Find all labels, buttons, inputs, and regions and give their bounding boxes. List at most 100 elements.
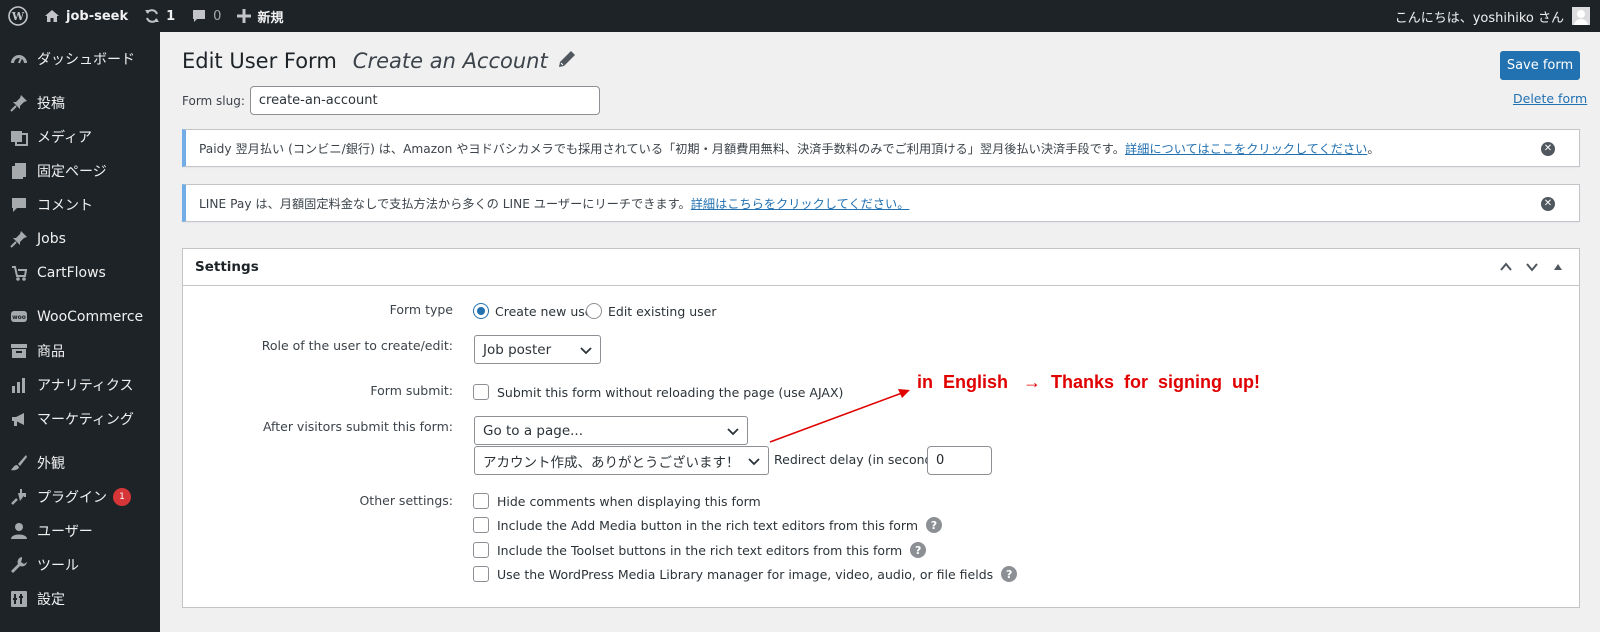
chevron-down-icon [727, 425, 739, 437]
main-content: Edit User Form Create an Account Form sl… [160, 32, 1600, 632]
sidebar-item-woocommerce[interactable]: woo WooCommerce [0, 300, 160, 334]
other-option[interactable]: Include the Add Media button in the rich… [473, 517, 942, 533]
option-checkbox[interactable] [473, 517, 489, 533]
redirect-page-value: アカウント作成、ありがとうございます！ [483, 454, 740, 471]
plugin-update-badge: 1 [113, 488, 131, 506]
sidebar-item-media[interactable]: メディア [0, 120, 160, 154]
sidebar-item-users[interactable]: ユーザー [0, 514, 160, 548]
option-label: Include the Toolset buttons in the rich … [497, 542, 903, 558]
sidebar-item-dashboard[interactable]: ダッシュボード [0, 42, 160, 76]
option-checkbox[interactable] [473, 542, 489, 558]
plus-icon [237, 9, 252, 23]
notice-link[interactable]: 詳細についてはここをクリックしてください [1125, 139, 1367, 157]
ajax-option[interactable]: Submit this form without reloading the p… [473, 384, 843, 400]
help-icon[interactable]: ? [910, 542, 927, 558]
sidebar-item-label: CartFlows [37, 265, 106, 281]
option-label: Use the WordPress Media Library manager … [497, 566, 994, 582]
page-title: Edit User Form [182, 49, 337, 73]
sidebar-item-settings[interactable]: 設定 [0, 582, 160, 616]
home-icon [44, 8, 60, 24]
updates-link[interactable]: 1 [136, 0, 183, 32]
settings-icon [9, 589, 29, 609]
form-name: Create an Account [352, 49, 548, 73]
option-label: Include the Add Media button in the rich… [497, 517, 918, 533]
new-content-link[interactable]: 新規 [229, 0, 291, 32]
bar-chart-icon [9, 375, 29, 395]
radio-button-selected[interactable] [473, 303, 489, 319]
role-label: Role of the user to create/edit: [261, 338, 453, 353]
sidebar-item-jobs[interactable]: Jobs [0, 222, 160, 256]
slug-row: Form slug: [182, 86, 600, 115]
sidebar-item-label: メディア [37, 130, 93, 146]
sidebar-item-appearance[interactable]: 外観 [0, 446, 160, 480]
after-submit-value: Go to a page... [483, 422, 584, 439]
megaphone-icon [9, 409, 29, 429]
updates-count: 1 [166, 8, 176, 24]
redirect-delay-input[interactable]: 0 [927, 446, 992, 475]
pencil-icon[interactable] [558, 50, 576, 68]
radio-button[interactable] [586, 303, 602, 319]
after-submit-select[interactable]: Go to a page... [474, 416, 748, 445]
save-form-button[interactable]: Save form [1500, 51, 1580, 80]
ajax-checkbox[interactable] [473, 384, 489, 400]
sidebar-item-cartflows[interactable]: CartFlows [0, 256, 160, 290]
comments-link[interactable]: 0 [183, 0, 229, 32]
paidy-notice: Paidy 翌月払い (コンビニ/銀行) は、Amazon やヨドバシカメラでも… [182, 129, 1580, 167]
radio-create-new-user[interactable]: Create new user [473, 303, 598, 319]
sidebar-item-comments[interactable]: コメント [0, 188, 160, 222]
form-slug-input[interactable] [249, 86, 600, 115]
redirect-delay-value: 0 [936, 453, 945, 468]
account-menu[interactable]: こんにちは、yoshihiko さん [1395, 7, 1600, 26]
sidebar-item-marketing[interactable]: マーケティング [0, 402, 160, 436]
new-label: 新規 [257, 10, 284, 26]
option-checkbox[interactable] [473, 493, 489, 509]
settings-panel-header: Settings [183, 249, 1579, 286]
other-option[interactable]: Use the WordPress Media Library manager … [473, 566, 1018, 582]
move-down-icon[interactable] [1519, 254, 1545, 280]
role-select[interactable]: Job poster [474, 335, 601, 364]
radio-label: Edit existing user [608, 303, 717, 319]
title-row: Edit User Form Create an Account [182, 49, 576, 73]
sidebar-item-label: ツール [37, 558, 79, 574]
role-value: Job poster [483, 341, 552, 358]
dismiss-icon[interactable]: ✕ [1541, 197, 1555, 211]
pin-icon [9, 93, 29, 113]
site-name: job-seek [66, 8, 129, 24]
dismiss-icon[interactable]: ✕ [1541, 142, 1555, 156]
sidebar-item-label: WooCommerce [37, 309, 144, 325]
help-icon[interactable]: ? [926, 517, 942, 533]
delete-form-link[interactable]: Delete form [1513, 91, 1587, 106]
ajax-option-label: Submit this form without reloading the p… [497, 384, 844, 400]
site-name-link[interactable]: job-seek [36, 0, 136, 32]
option-checkbox[interactable] [473, 566, 489, 582]
dashboard-icon [9, 49, 29, 69]
avatar [1572, 7, 1590, 25]
sidebar-item-posts[interactable]: 投稿 [0, 86, 160, 120]
chevron-down-icon [748, 455, 760, 467]
comment-icon [191, 8, 207, 24]
slug-label: Form slug: [182, 93, 245, 108]
notice-link[interactable]: 詳細はこちらをクリックしてください。 [691, 194, 910, 212]
help-icon[interactable]: ? [1001, 566, 1018, 582]
sidebar-item-analytics[interactable]: アナリティクス [0, 368, 160, 402]
redirect-delay-label: Redirect delay (in seconds) [774, 452, 944, 467]
sidebar-item-products[interactable]: 商品 [0, 334, 160, 368]
comments-count: 0 [213, 8, 222, 24]
collapse-toggle-icon[interactable] [1545, 254, 1571, 280]
sidebar-item-label: マーケティング [37, 412, 134, 428]
radio-label: Create new user [495, 303, 598, 319]
settings-panel: Settings Form type Create new user Edit … [182, 248, 1580, 608]
other-option[interactable]: Include the Toolset buttons in the rich … [473, 542, 927, 558]
radio-edit-existing-user[interactable]: Edit existing user [586, 303, 717, 319]
page-icon [9, 161, 29, 181]
option-label: Hide comments when displaying this form [497, 493, 761, 509]
sidebar-item-plugins[interactable]: プラグイン 1 [0, 480, 160, 514]
sidebar-item-label: Jobs [37, 231, 66, 247]
other-option[interactable]: Hide comments when displaying this form [473, 493, 761, 509]
wordpress-logo-icon[interactable]: W [0, 0, 36, 32]
sidebar-item-pages[interactable]: 固定ページ [0, 154, 160, 188]
archive-icon [9, 341, 29, 361]
sidebar-item-tools[interactable]: ツール [0, 548, 160, 582]
redirect-page-select[interactable]: アカウント作成、ありがとうございます！ [474, 446, 769, 475]
move-up-icon[interactable] [1493, 254, 1519, 280]
